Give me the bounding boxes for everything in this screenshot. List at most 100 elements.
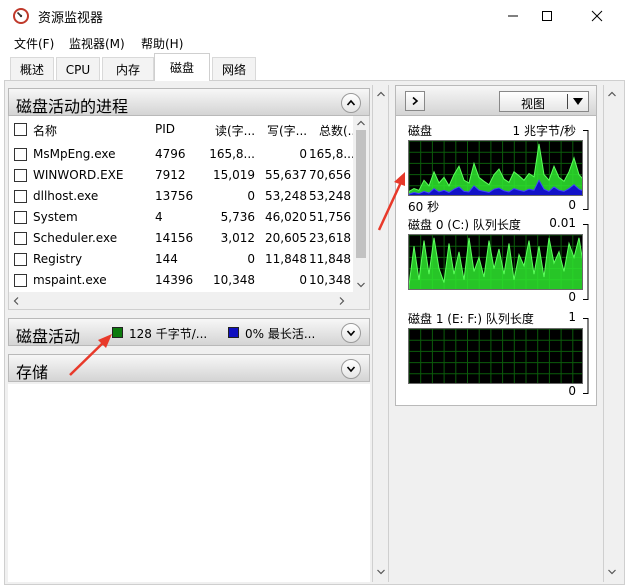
storage-expand-button[interactable]	[341, 359, 361, 379]
tab-overview[interactable]: 概述	[10, 57, 54, 81]
process-table-horizontal-scrollbar[interactable]	[9, 292, 369, 309]
scroll-right-icon	[339, 297, 345, 305]
disk-io-legend-swatch	[112, 327, 123, 338]
process-checkbox[interactable]	[14, 232, 27, 245]
graph-panel-toolbar: 视图	[396, 86, 596, 116]
collapse-graph-panel-button[interactable]	[405, 91, 425, 111]
scroll-up-icon	[377, 91, 385, 97]
maximize-button[interactable]	[524, 0, 570, 32]
scroll-down-icon	[357, 282, 365, 288]
dropdown-arrow-icon	[573, 98, 583, 105]
tab-cpu[interactable]: CPU	[56, 57, 100, 81]
disk0-queue-series	[409, 237, 582, 289]
table-row[interactable]: dllhost.exe 13756 0 53,248 53,248	[9, 186, 355, 207]
process-pid-cell: 7912	[155, 168, 186, 182]
select-all-checkbox[interactable]	[14, 123, 27, 136]
table-row[interactable]: MsMpEng.exe 4796 165,8... 0 165,8...	[9, 144, 355, 165]
process-checkbox[interactable]	[14, 253, 27, 266]
process-total-cell: 51,756	[309, 210, 351, 224]
menu-file[interactable]: 文件(F)	[14, 35, 54, 52]
disk-activity-expand-button[interactable]	[341, 323, 361, 343]
tab-network[interactable]: 网络	[212, 57, 256, 81]
process-name-cell: System	[33, 210, 78, 224]
disk-graph	[408, 140, 583, 196]
disk1-queue-graph-label: 磁盘 1 (E: F:) 队列长度	[408, 312, 534, 326]
graph-panel-scrollbar[interactable]	[603, 85, 620, 582]
tab-disk[interactable]: 磁盘	[154, 53, 210, 81]
column-header-write[interactable]: 写(字...	[267, 122, 307, 139]
graph-bracket-icon	[583, 318, 589, 394]
pane-splitter-scrollbar[interactable]	[372, 85, 389, 582]
process-write-cell: 0	[299, 147, 307, 161]
tab-memory[interactable]: 内存	[102, 57, 154, 81]
menu-help[interactable]: 帮助(H)	[141, 35, 183, 52]
disk1-queue-graph	[408, 328, 583, 384]
process-write-cell: 0	[299, 273, 307, 287]
process-read-cell: 3,012	[220, 231, 255, 245]
process-total-cell: 165,8...	[309, 147, 353, 161]
table-row[interactable]: WINWORD.EXE 7912 15,019 55,637 70,656	[9, 165, 355, 186]
process-total-cell: 53,248	[309, 189, 351, 203]
process-checkbox[interactable]	[14, 274, 27, 287]
close-button[interactable]	[574, 0, 620, 32]
scroll-down-icon	[377, 569, 385, 575]
process-write-cell: 11,848	[265, 252, 307, 266]
process-write-cell: 20,605	[265, 231, 307, 245]
process-checkbox[interactable]	[14, 148, 27, 161]
view-dropdown-button[interactable]: 视图	[499, 91, 589, 112]
process-pid-cell: 144	[155, 252, 178, 266]
column-header-total[interactable]: 总数(...	[319, 122, 355, 139]
process-checkbox[interactable]	[14, 211, 27, 224]
disk0-queue-graph-max: 0.01	[549, 216, 576, 230]
active-time-legend-text: 0% 最长活...	[245, 327, 316, 341]
disk0-queue-graph-min: 0	[568, 290, 576, 304]
column-header-pid[interactable]: PID	[155, 122, 195, 136]
process-pid-cell: 14396	[155, 273, 194, 287]
storage-section-header[interactable]: 存储	[8, 354, 370, 382]
processes-section-header[interactable]: 磁盘活动的进程	[8, 88, 370, 116]
table-row[interactable]: mspaint.exe 14396 10,348 0 10,348	[9, 270, 355, 291]
menu-monitor[interactable]: 监视器(M)	[69, 35, 125, 52]
tab-bar: 概述 CPU 内存 磁盘 网络	[0, 53, 629, 81]
vertical-scroll-thumb[interactable]	[356, 130, 366, 258]
close-icon	[591, 10, 603, 22]
menu-bar: 文件(F) 监视器(M) 帮助(H)	[0, 32, 629, 53]
chevron-up-icon	[346, 99, 356, 106]
process-read-cell: 0	[247, 252, 255, 266]
process-pid-cell: 13756	[155, 189, 194, 203]
process-name-cell: Scheduler.exe	[33, 231, 118, 245]
process-write-cell: 46,020	[265, 210, 307, 224]
process-total-cell: 11,848	[309, 252, 351, 266]
disk1-queue-graph-grid	[409, 329, 582, 383]
disk-graph-min: 0	[568, 198, 576, 212]
process-table-vertical-scrollbar[interactable]	[353, 116, 369, 293]
disk1-queue-graph-min: 0	[568, 384, 576, 398]
table-row[interactable]: Registry 144 0 11,848 11,848	[9, 249, 355, 270]
process-read-cell: 0	[247, 189, 255, 203]
process-read-cell: 15,019	[213, 168, 255, 182]
disk-activity-section-header[interactable]: 磁盘活动 128 千字节/... 0% 最长活...	[8, 318, 370, 346]
column-header-name[interactable]: 名称	[33, 122, 143, 139]
process-total-cell: 10,348	[309, 273, 351, 287]
disk-activity-section-title: 磁盘活动	[16, 327, 81, 346]
table-row[interactable]: System 4 5,736 46,020 51,756	[9, 207, 355, 228]
process-checkbox[interactable]	[14, 190, 27, 203]
table-row[interactable]: Scheduler.exe 14156 3,012 20,605 23,618	[9, 228, 355, 249]
view-dropdown-divider	[567, 94, 568, 109]
process-pid-cell: 14156	[155, 231, 194, 245]
chevron-right-icon	[412, 96, 419, 106]
process-name-cell: WINWORD.EXE	[33, 168, 124, 182]
graph-bracket-icon	[583, 224, 589, 300]
resource-monitor-app-icon	[13, 8, 29, 24]
process-checkbox[interactable]	[14, 169, 27, 182]
maximize-icon	[542, 11, 552, 21]
processes-collapse-button[interactable]	[341, 93, 361, 113]
disk-io-series	[409, 143, 582, 195]
process-name-cell: MsMpEng.exe	[33, 147, 116, 161]
minimize-icon	[508, 15, 518, 17]
process-read-cell: 5,736	[220, 210, 255, 224]
disk0-queue-graph-label: 磁盘 0 (C:) 队列长度	[408, 218, 521, 232]
disk-graph-max: 1 兆字节/秒	[512, 124, 577, 138]
chevron-down-icon	[346, 366, 356, 373]
column-header-read[interactable]: 读(字...	[215, 122, 255, 139]
